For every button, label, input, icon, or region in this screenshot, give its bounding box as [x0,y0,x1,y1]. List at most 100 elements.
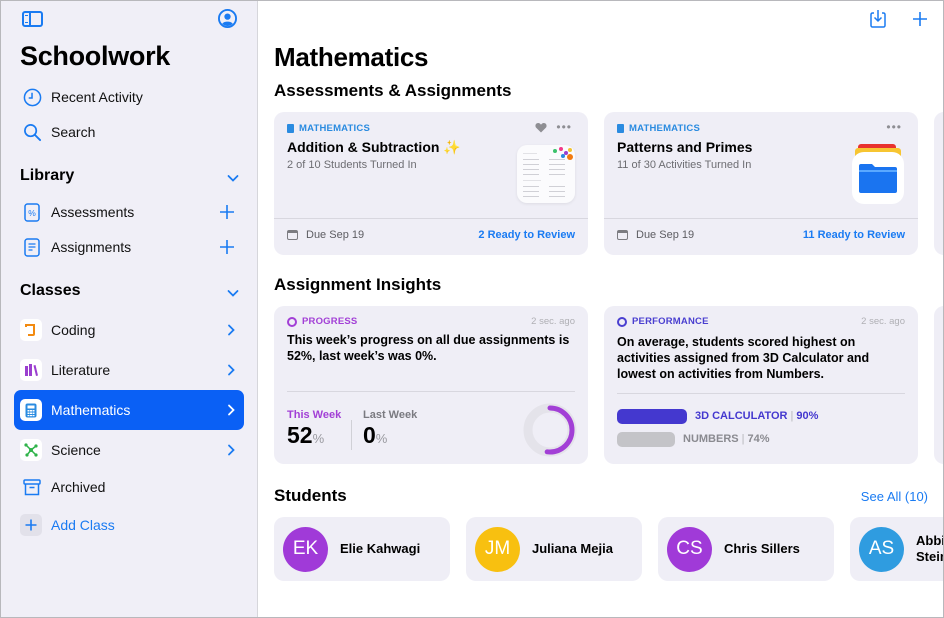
add-class-button[interactable]: Add Class [14,505,244,545]
account-icon[interactable] [218,9,237,28]
class-label: Coding [51,322,96,338]
insights-section-title: Assignment Insights [274,275,442,294]
sparkles-icon: ✨ [443,139,461,155]
archive-box-icon [20,475,44,499]
ready-to-review-link[interactable]: 2 Ready to Review [478,229,575,241]
chevron-right-icon [228,404,235,416]
subject-text: MATHEMATICS [629,123,700,134]
see-all-students-link[interactable]: See All (10) [861,489,928,504]
books-icon [20,359,42,381]
bar-label-3d-calculator: 3D CALCULATOR | 90% [695,410,819,422]
sidebar-class-literature[interactable]: Literature [14,350,244,390]
ready-to-review-link[interactable]: 11 Ready to Review [803,229,905,241]
last-week-value: 0% [363,422,388,448]
student-card[interactable]: CS Chris Sillers [658,517,834,581]
sidebar-item-archived[interactable]: Archived [20,473,105,501]
worksheet-thumbnail [517,145,575,203]
student-card[interactable]: JM Juliana Mejia [466,517,642,581]
assignment-title: Patterns and Primes [617,139,753,155]
calendar-icon [287,230,298,240]
app-title: Schoolwork [20,41,171,71]
student-name: Elie Kahwagi [340,541,421,556]
this-week-stat: This Week 52% [287,409,341,449]
student-card[interactable]: EK Elie Kahwagi [274,517,450,581]
plus-icon [20,514,42,536]
sidebar-toggle-icon[interactable] [22,11,43,27]
last-week-label: Last Week [363,409,418,421]
calendar-icon [617,230,628,240]
card-divider [617,393,905,394]
sidebar-class-science[interactable]: Science [14,430,244,470]
sidebar-item-label: Search [51,124,96,140]
more-options-icon[interactable]: ••• [556,121,572,133]
sidebar-item-recent-activity[interactable]: Recent Activity [20,83,143,111]
add-plus-icon[interactable] [910,9,930,29]
student-name: Juliana Mejia [532,541,613,556]
last-week-stat: Last Week 0% [363,409,417,449]
timestamp: 2 sec. ago [531,316,575,327]
heart-icon[interactable] [535,122,547,133]
assignments-section-title: Assessments & Assignments [274,81,512,100]
students-section-title: Students [274,486,347,505]
this-week-value: 52% [287,422,325,448]
performance-bar-3d-calculator [617,409,687,424]
calculator-icon [617,124,624,133]
avatar: EK [283,526,328,572]
page-title: Mathematics [274,42,429,72]
stat-divider [351,420,352,450]
search-icon [20,120,44,144]
chevron-right-icon [228,444,235,456]
card-divider [287,391,575,392]
svg-text:%: % [28,208,36,218]
chevron-right-icon [228,364,235,376]
sidebar-class-mathematics[interactable]: Mathematics [14,390,244,430]
class-label: Literature [51,362,111,378]
insight-card-partial[interactable] [934,306,943,464]
sidebar-item-label: Recent Activity [51,89,143,105]
sidebar-item-search[interactable]: Search [20,118,95,146]
library-heading: Library [20,167,75,184]
sidebar-item-assessments[interactable]: % Assessments [20,198,134,226]
add-assessment-plus-icon[interactable] [219,204,235,220]
more-options-icon[interactable]: ••• [886,121,902,133]
sidebar: Schoolwork Recent Activity Search Librar… [1,1,258,617]
progress-tag: PROGRESS [287,316,357,327]
gauge-icon [617,316,627,327]
library-collapse-chevron-icon[interactable] [226,171,240,185]
assignment-card[interactable]: MATHEMATICS ••• Addition & Subtraction ✨… [274,112,588,255]
progress-ring-chart [523,403,577,457]
sidebar-item-label: Assignments [51,239,132,255]
calculator-icon [287,124,294,133]
card-divider [604,218,918,219]
avatar: AS [859,526,904,572]
performance-tag: PERFORMANCE [617,316,709,327]
scroll-icon [20,319,42,341]
import-tray-icon[interactable] [868,9,888,29]
progress-icon [287,316,297,327]
sidebar-class-coding[interactable]: Coding [14,310,244,350]
timestamp: 2 sec. ago [861,316,905,327]
classes-heading: Classes [20,282,81,299]
classes-collapse-chevron-icon[interactable] [226,286,240,300]
app-window: Schoolwork Recent Activity Search Librar… [0,0,944,618]
assignment-card-partial[interactable] [934,112,943,255]
subject-label: MATHEMATICS [287,123,370,134]
add-assignment-plus-icon[interactable] [219,239,235,255]
subject-label: MATHEMATICS [617,123,700,134]
sidebar-item-assignments[interactable]: Assignments [20,233,131,261]
due-date: Due Sep 19 [617,229,694,241]
class-label: Science [51,442,101,458]
bar-label-numbers: NUMBERS | 74% [683,433,770,445]
sidebar-item-label: Archived [51,479,106,495]
progress-insight-card[interactable]: PROGRESS 2 sec. ago This week’s progress… [274,306,588,464]
card-divider [274,218,588,219]
student-name: Abbie Stein [916,533,943,564]
sidebar-item-label: Assessments [51,204,135,220]
assignment-card[interactable]: MATHEMATICS ••• Patterns and Primes 11 o… [604,112,918,255]
insight-text: On average, students scored highest on a… [617,335,870,381]
performance-insight-card[interactable]: PERFORMANCE 2 sec. ago On average, stude… [604,306,918,464]
assignment-title: Addition & Subtraction ✨ [287,139,461,155]
student-card[interactable]: AS Abbie Stein [850,517,943,581]
turned-in-status: 11 of 30 Activities Turned In [617,159,752,171]
molecule-icon [20,439,42,461]
